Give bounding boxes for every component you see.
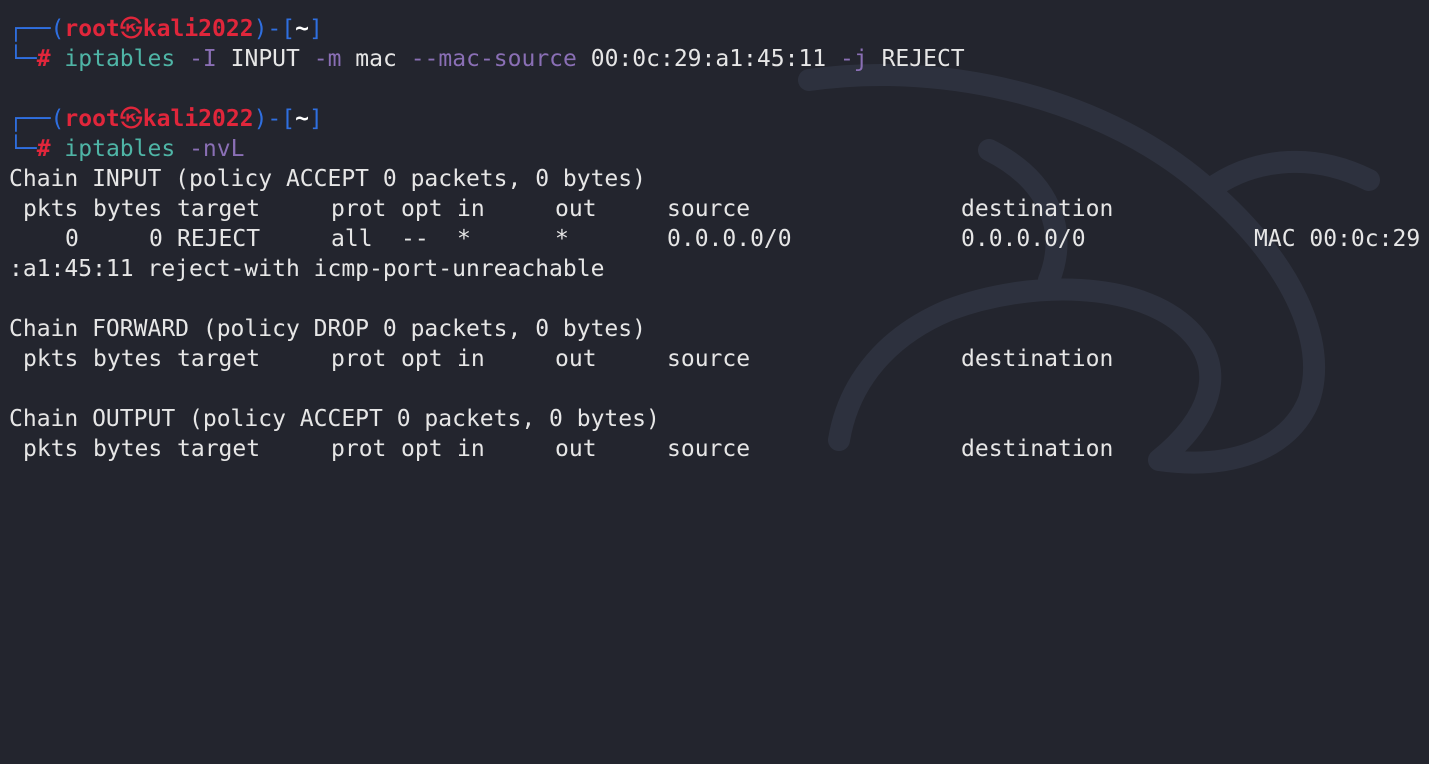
header-pkts: pkts [23,436,79,462]
header-in: in [457,196,485,222]
header-in: in [457,346,485,372]
command-flag: -j [840,46,868,72]
rule-row: 0 0 REJECT all -- * * 0.0.0.0/0 0.0.0.0/… [9,224,1423,254]
terminal-output[interactable]: ┌──(root㉿kali2022)-[~] └─# iptables -I I… [9,14,1423,464]
header-source: source [667,196,751,222]
rule-extra: MAC 00:0c:29 [1254,226,1421,252]
prompt-frame: ] [308,16,323,42]
command-line: └─# iptables -I INPUT -m mac --mac-sourc… [9,44,1423,74]
header-prot: prot [331,436,387,462]
skull-icon: ㉿ [119,106,143,132]
command-program: iptables [64,136,176,162]
command-flag: -m [313,46,342,72]
prompt-hash: # [36,46,51,72]
prompt-frame: ┌──( [9,16,65,42]
header-out: out [555,346,597,372]
header-target: target [177,196,261,222]
skull-icon: ㉿ [119,16,143,42]
prompt-user: root [64,16,120,42]
prompt-hash: # [36,136,51,162]
prompt-frame: ] [308,106,323,132]
rule-target: REJECT [177,226,261,252]
rule-source: 0.0.0.0/0 [667,226,792,252]
header-out: out [555,196,597,222]
header-prot: prot [331,346,387,372]
rule-pkts: 0 [65,226,79,252]
chain-header-row: pkts bytes target prot opt in out source… [9,434,1423,464]
rule-opt: -- [401,226,429,252]
command-flag: -I [189,46,217,72]
header-pkts: pkts [23,196,79,222]
header-destination: destination [961,196,1114,222]
prompt-line: ┌──(root㉿kali2022)-[~] [9,14,1423,44]
prompt-dir: ~ [295,16,309,42]
header-opt: opt [401,346,443,372]
prompt-frame: )-[ [253,106,296,132]
command-arg: REJECT [881,46,965,72]
header-bytes: bytes [93,436,163,462]
chain-title: Chain INPUT (policy ACCEPT 0 packets, 0 … [9,166,646,192]
prompt-host: kali2022 [142,106,254,132]
header-destination: destination [961,436,1114,462]
header-source: source [667,436,751,462]
command-flag: --mac-source [410,46,577,72]
prompt-host: kali2022 [142,16,254,42]
command-line: └─# iptables -nvL [9,134,1423,164]
header-target: target [177,346,261,372]
header-pkts: pkts [23,346,79,372]
command-arg: mac [355,46,397,72]
rule-out: * [555,226,569,252]
prompt-frame: ┌──( [9,106,65,132]
rule-bytes: 0 [149,226,163,252]
header-source: source [667,346,751,372]
header-destination: destination [961,346,1114,372]
command-program: iptables [64,46,176,72]
prompt-frame: └─ [9,136,37,162]
command-flag: -nvL [189,136,245,162]
header-bytes: bytes [93,346,163,372]
chain-title: Chain OUTPUT (policy ACCEPT 0 packets, 0… [9,406,660,432]
header-bytes: bytes [93,196,163,222]
prompt-user: root [64,106,120,132]
chain-header-row: pkts bytes target prot opt in out source… [9,194,1423,224]
header-in: in [457,436,485,462]
rule-prot: all [331,226,373,252]
chain-title: Chain FORWARD (policy DROP 0 packets, 0 … [9,316,646,342]
header-target: target [177,436,261,462]
rule-destination: 0.0.0.0/0 [961,226,1086,252]
header-prot: prot [331,196,387,222]
prompt-frame: )-[ [253,16,296,42]
prompt-dir: ~ [295,106,309,132]
prompt-line: ┌──(root㉿kali2022)-[~] [9,104,1423,134]
rule-in: * [457,226,471,252]
header-opt: opt [401,196,443,222]
rule-wrap: :a1:45:11 reject-with icmp-port-unreacha… [9,256,605,282]
command-arg: 00:0c:29:a1:45:11 [590,46,827,72]
prompt-frame: └─ [9,46,37,72]
header-out: out [555,436,597,462]
header-opt: opt [401,436,443,462]
chain-header-row: pkts bytes target prot opt in out source… [9,344,1423,374]
command-arg: INPUT [230,46,300,72]
